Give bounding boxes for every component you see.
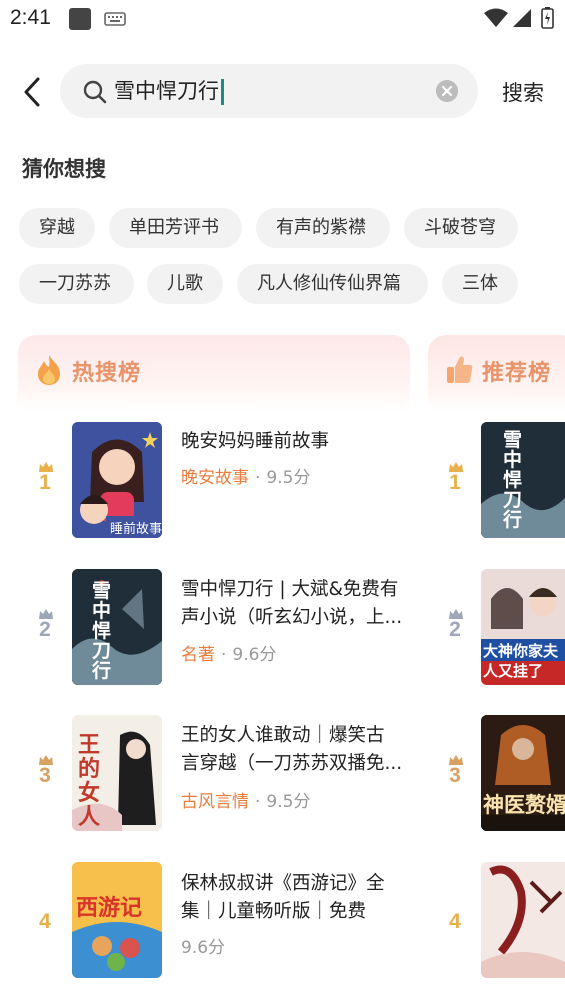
recommend-list-header[interactable]: 推荐榜 [428,335,565,411]
category-tag[interactable]: 名著 [181,645,215,665]
cover-text: 大神你家夫人又挂了 [483,642,559,680]
book-title[interactable]: 保林叔叔讲《西游记》全 集｜儿童畅听版｜免费 [181,870,409,926]
cellular-signal-icon [513,9,531,27]
search-query-text: 雪中悍刀行 [114,79,219,103]
score: 9.5分 [266,468,311,488]
hot-list-title: 热搜榜 [72,361,142,386]
rank-number: 4 [39,910,51,933]
separator-dot: · [221,645,227,665]
separator-dot: · [255,468,261,488]
book-cover[interactable]: 雪中悍刀行 [72,569,162,685]
rank-number: 1 [449,471,461,494]
suggestion-chip[interactable]: 三体 [442,264,518,304]
cover-illustration [481,862,565,978]
cover-text: 王的女人 [78,732,101,830]
book-cover[interactable]: 睡前故事 [72,422,162,538]
book-title-line: 声小说（听玄幻小说，上... [181,607,403,628]
recommend-list-title: 推荐榜 [482,361,552,386]
thumbs-up-icon [447,356,473,383]
book-cover[interactable]: 神医赘婿 [481,715,565,831]
rank-number: 3 [39,764,51,787]
suggestion-chip[interactable]: 凡人修仙传仙界篇 [237,264,428,304]
suggestion-chip[interactable]: 单田芳评书 [109,208,242,248]
hot-list-header[interactable]: 热搜榜 [18,335,410,411]
cover-text: 雪中悍刀行 [92,580,112,682]
suggestion-chip[interactable]: 有声的紫襟 [256,208,390,248]
rank-number: 3 [449,764,461,787]
clear-icon[interactable] [436,80,458,102]
suggestion-chip[interactable]: 儿歌 [147,264,223,304]
cover-illustration [481,422,565,538]
book-title[interactable]: 雪中悍刀行 | 大斌&免费有 声小说（听玄幻小说，上... [181,576,409,632]
cover-illustration [72,569,162,685]
book-meta: 9.6分 [181,933,225,958]
score: 9.5分 [266,792,311,812]
search-input[interactable]: 雪中悍刀行 [114,76,224,106]
score: 9.6分 [232,645,277,665]
book-meta: 古风言情 · 9.5分 [181,787,310,812]
suggestion-chip[interactable]: 穿越 [19,208,95,248]
keyboard-icon [104,12,126,26]
cover-text: 西游记 [76,896,143,921]
wifi-icon [484,8,508,27]
book-cover[interactable]: 雪中悍刀行 [481,422,565,538]
cover-text: 神医赘婿 [483,793,565,817]
rank-number: 4 [449,910,461,933]
cover-text: 睡前故事 [110,522,162,537]
book-title-line: 保林叔叔讲《西游记》全 [181,873,385,894]
search-box[interactable]: 雪中悍刀行 [60,64,478,118]
book-cover[interactable]: 王的女人 [72,715,162,831]
text-caret [221,79,224,105]
battery-icon [541,7,554,29]
flame-icon [38,355,60,385]
book-title-line: 言穿越（一刀苏苏双播免... [181,753,403,774]
status-time: 2:41 [10,6,51,29]
suggestions-title: 猜你想搜 [22,157,106,181]
separator-dot: · [255,792,261,812]
rank-number: 1 [39,471,51,494]
rank-number: 2 [449,618,461,641]
status-bar: 2:41 [0,0,565,38]
book-title-line: 王的女人谁敢动｜爆笑古 [181,725,385,746]
category-tag[interactable]: 晚安故事 [181,468,249,488]
suggestion-chip[interactable]: 斗破苍穹 [404,208,518,248]
book-cover[interactable]: 大神你家夫人又挂了 [481,569,565,685]
book-title[interactable]: 王的女人谁敢动｜爆笑古 言穿越（一刀苏苏双播免... [181,722,409,778]
book-title[interactable]: 晚安妈妈睡前故事 [181,428,409,456]
rank-number: 2 [39,618,51,641]
suggestion-chip[interactable]: 一刀苏苏 [19,264,134,304]
book-meta: 晚安故事 · 9.5分 [181,463,310,488]
cover-text: 雪中悍刀行 [503,429,523,531]
book-title-line: 集｜儿童畅听版｜免费 [181,901,367,922]
score: 9.6分 [181,938,226,958]
search-icon [83,80,107,104]
notification-app-icon [69,8,91,30]
book-meta: 名著 · 9.6分 [181,640,276,665]
search-button[interactable]: 搜索 [502,77,544,107]
book-title-line: 雪中悍刀行 | 大斌&免费有 [181,579,399,600]
back-arrow-icon[interactable] [18,74,48,110]
book-cover[interactable]: 西游记 [72,862,162,978]
category-tag[interactable]: 古风言情 [181,792,249,812]
book-cover[interactable] [481,862,565,978]
